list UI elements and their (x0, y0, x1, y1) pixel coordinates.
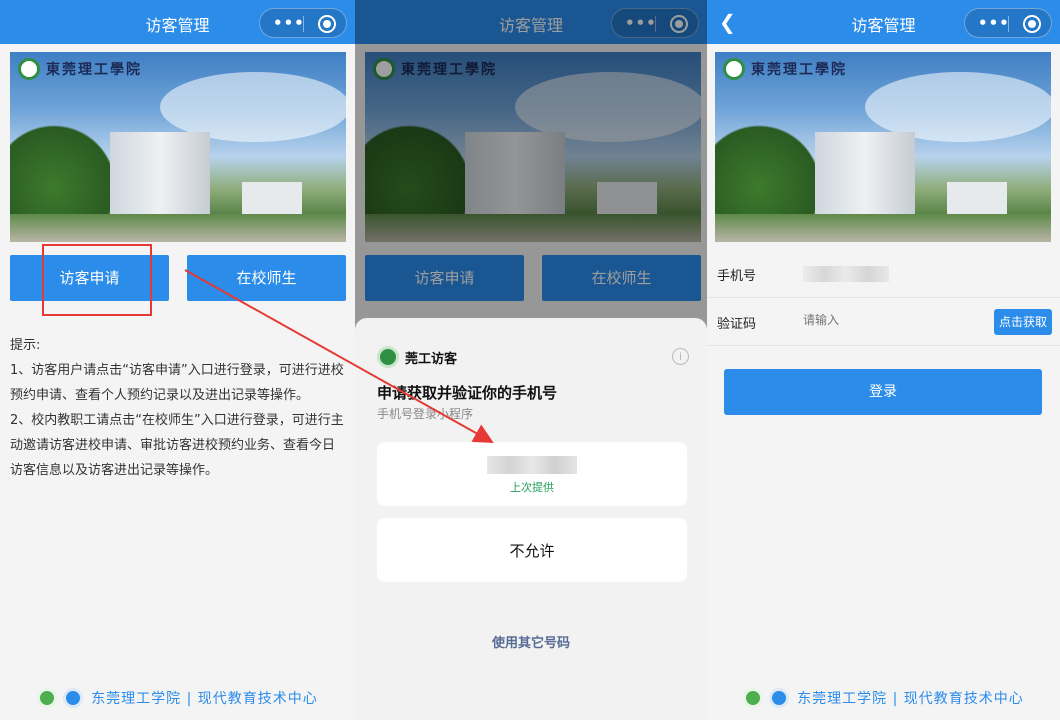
screen-login: ❮ 访客管理 ••• 東莞理工學院 手机号 验证码 点击获取 登录 东莞理工学院… (707, 0, 1060, 720)
tips-text: 提示: 1、访客用户请点击“访客申请”入口进行登录，可进行进校预约申请、查看个人… (10, 333, 345, 483)
banner-lawn (10, 214, 346, 242)
screen-home: 访客管理 ••• 東莞理工學院 访客申请 在校师生 提示: 1、访客用户请点击“… (0, 0, 355, 720)
masked-phone-number (487, 456, 577, 474)
code-row: 验证码 点击获取 (707, 298, 1060, 346)
tips-title: 提示: (10, 338, 41, 353)
app-name: 莞工访客 (405, 351, 458, 367)
modal-overlay[interactable] (355, 0, 707, 330)
footer-text: 东莞理工学院 | 现代教育技术中心 (91, 691, 318, 707)
school-logo: 東莞理工學院 (18, 58, 142, 80)
get-code-button[interactable]: 点击获取 (994, 309, 1052, 335)
center-emblem-icon (63, 688, 84, 708)
campus-banner: 東莞理工學院 (10, 52, 346, 242)
request-subtitle: 手机号登录小程序 (377, 407, 474, 421)
app-logo-icon (377, 346, 399, 368)
mini-program-capsule[interactable]: ••• (259, 8, 347, 38)
request-title: 申请获取并验证你的手机号 (377, 384, 558, 402)
banner-lawn (715, 214, 1051, 242)
tip-staff: 2、校内教职工请点击“在校师生”入口进行登录，可进行主动邀请访客进校申请、审批访… (10, 413, 344, 478)
login-button[interactable]: 登录 (724, 369, 1042, 415)
school-emblem-icon (37, 688, 58, 708)
highlight-box (42, 244, 152, 316)
school-logo-text: 東莞理工學院 (46, 62, 142, 78)
deny-button[interactable]: 不允许 (377, 518, 687, 582)
close-target-icon[interactable] (318, 15, 336, 33)
screen-phone-auth: 访客管理 ••• 東莞理工學院 访客申请 在校师生 莞工访客 i 申请获取并验证… (355, 0, 707, 720)
school-logo: 東莞理工學院 (723, 58, 847, 80)
school-logo-icon (18, 58, 40, 80)
footer: 东莞理工学院 | 现代教育技术中心 (0, 688, 355, 708)
mini-program-capsule[interactable]: ••• (964, 8, 1052, 38)
tip-visitor: 1、访客用户请点击“访客申请”入口进行登录，可进行进校预约申请、查看个人预约记录… (10, 363, 344, 403)
phone-auth-sheet: 莞工访客 i 申请获取并验证你的手机号 手机号登录小程序 上次提供 不允许 使用… (355, 318, 707, 720)
use-other-number-link[interactable]: 使用其它号码 (355, 632, 707, 651)
footer-text: 东莞理工学院 | 现代教育技术中心 (797, 691, 1024, 707)
info-icon[interactable]: i (672, 348, 689, 365)
school-logo-text: 東莞理工學院 (751, 62, 847, 78)
more-dots-icon[interactable]: ••• (978, 14, 1010, 32)
deny-label: 不允许 (509, 542, 555, 560)
close-target-icon[interactable] (1023, 15, 1041, 33)
code-label: 验证码 (717, 317, 757, 332)
nav-bar: 访客管理 ••• (0, 0, 355, 44)
staff-button[interactable]: 在校师生 (187, 255, 346, 301)
more-dots-icon[interactable]: ••• (273, 14, 305, 32)
campus-banner: 東莞理工學院 (715, 52, 1051, 242)
center-emblem-icon (769, 688, 790, 708)
phone-label: 手机号 (717, 269, 757, 284)
capsule-divider (1008, 16, 1009, 32)
verification-code-input[interactable] (803, 313, 953, 327)
school-logo-icon (723, 58, 745, 80)
saved-phone-option[interactable]: 上次提供 (377, 442, 687, 506)
masked-phone-field[interactable] (803, 266, 889, 282)
school-emblem-icon (743, 688, 764, 708)
footer: 东莞理工学院 | 现代教育技术中心 (707, 688, 1060, 708)
last-used-label: 上次提供 (510, 481, 554, 494)
app-header: 莞工访客 (377, 346, 457, 368)
nav-bar: ❮ 访客管理 ••• (707, 0, 1060, 44)
capsule-divider (303, 16, 304, 32)
phone-row: 手机号 (707, 250, 1060, 298)
